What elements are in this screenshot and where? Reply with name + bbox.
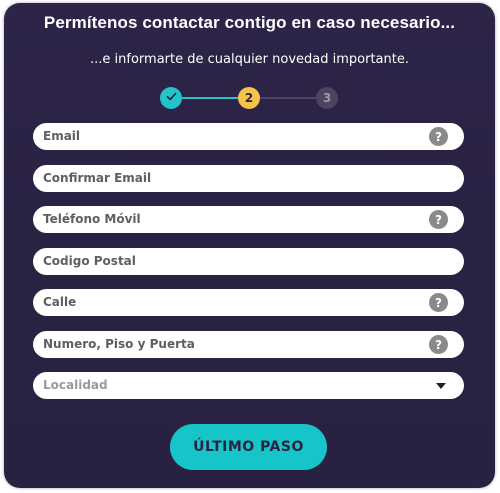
postal-code-field[interactable]: Codigo Postal bbox=[33, 248, 464, 275]
locality-select[interactable]: Localidad bbox=[33, 372, 464, 399]
street-placeholder: Calle bbox=[43, 295, 77, 309]
phone-help-icon[interactable]: ? bbox=[429, 210, 448, 229]
form-title: Permítenos contactar contigo en caso nec… bbox=[43, 13, 456, 32]
progress-stepper: 2 3 bbox=[4, 87, 495, 109]
step-2-current: 2 bbox=[238, 87, 260, 109]
postal-code-placeholder: Codigo Postal bbox=[43, 254, 136, 268]
contact-form-card: Permítenos contactar contigo en caso nec… bbox=[4, 3, 495, 488]
step-1-completed bbox=[160, 87, 182, 109]
caret-down-icon bbox=[436, 383, 446, 389]
number-floor-door-placeholder: Numero, Piso y Puerta bbox=[43, 337, 195, 351]
confirm-email-placeholder: Confirmar Email bbox=[43, 171, 152, 185]
stepper-line-pending bbox=[260, 97, 316, 99]
email-help-icon[interactable]: ? bbox=[429, 127, 448, 146]
stepper-line-completed bbox=[180, 97, 238, 99]
form-subtitle: ...e informarte de cualquier novedad imp… bbox=[90, 52, 409, 67]
confirm-email-field[interactable]: Confirmar Email bbox=[33, 165, 464, 192]
email-field[interactable]: Email ? bbox=[33, 123, 464, 150]
check-icon bbox=[166, 91, 177, 105]
last-step-button[interactable]: ÚLTIMO PASO bbox=[170, 424, 327, 470]
mobile-phone-placeholder: Teléfono Móvil bbox=[43, 212, 141, 226]
step-3-pending: 3 bbox=[316, 87, 338, 109]
locality-placeholder: Localidad bbox=[43, 378, 108, 392]
street-field[interactable]: Calle ? bbox=[33, 289, 464, 316]
street-help-icon[interactable]: ? bbox=[429, 293, 448, 312]
email-placeholder: Email bbox=[43, 129, 81, 143]
number-floor-door-field[interactable]: Numero, Piso y Puerta ? bbox=[33, 331, 464, 358]
address-help-icon[interactable]: ? bbox=[429, 335, 448, 354]
mobile-phone-field[interactable]: Teléfono Móvil ? bbox=[33, 206, 464, 233]
